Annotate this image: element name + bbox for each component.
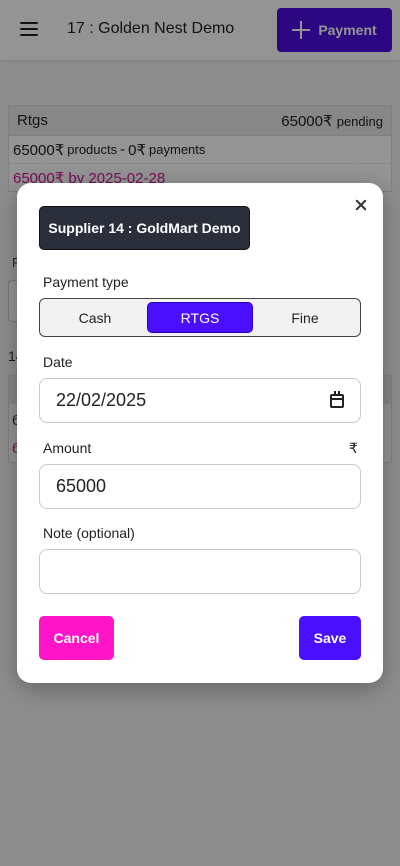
payment-type-fine[interactable]: Fine — [253, 302, 357, 333]
amount-input[interactable]: 65000 — [39, 464, 361, 509]
amount-label: Amount — [43, 440, 92, 456]
amount-value: 65000 — [56, 476, 107, 496]
date-label: Date — [43, 354, 73, 370]
note-label: Note (optional) — [43, 525, 135, 541]
payment-type-cash[interactable]: Cash — [43, 302, 147, 333]
save-button[interactable]: Save — [299, 616, 361, 660]
date-input[interactable]: 22/02/2025 — [39, 378, 361, 423]
cancel-button[interactable]: Cancel — [39, 616, 114, 660]
supplier-chip: Supplier 14 : GoldMart Demo — [39, 206, 250, 250]
date-value: 22/02/2025 — [56, 390, 147, 410]
payment-type-rtgs[interactable]: RTGS — [147, 302, 253, 333]
close-icon[interactable] — [353, 197, 369, 213]
calendar-icon[interactable] — [330, 390, 344, 408]
note-input[interactable] — [39, 549, 361, 594]
payment-type-selector: Cash RTGS Fine — [39, 298, 361, 337]
payment-modal: Supplier 14 : GoldMart Demo Payment type… — [17, 183, 383, 683]
payment-type-label: Payment type — [43, 274, 129, 290]
amount-unit: ₹ — [349, 440, 358, 456]
